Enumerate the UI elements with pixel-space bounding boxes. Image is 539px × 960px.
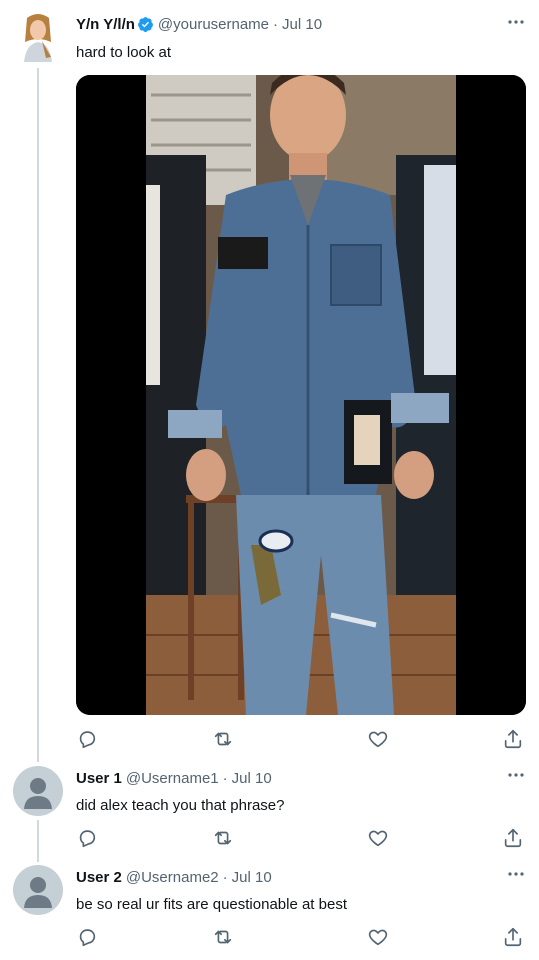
thread-line bbox=[37, 68, 39, 762]
tweet-date[interactable]: Jul 10 bbox=[232, 869, 272, 886]
retweet-icon[interactable] bbox=[212, 728, 234, 750]
reply-icon[interactable] bbox=[76, 728, 98, 750]
tweet-header: User 1 @Username1 · Jul 10 bbox=[76, 770, 272, 787]
tweet-text: did alex teach you that phrase? bbox=[76, 797, 285, 814]
separator-dot: · bbox=[273, 16, 279, 33]
retweet-icon[interactable] bbox=[212, 926, 234, 948]
heart-icon[interactable] bbox=[367, 728, 389, 750]
heart-icon[interactable] bbox=[367, 827, 389, 849]
profile-avatar[interactable] bbox=[18, 12, 58, 62]
user-handle[interactable]: @yourusername bbox=[158, 16, 269, 33]
display-name[interactable]: Y/n Y/l/n bbox=[76, 16, 135, 33]
reply-icon[interactable] bbox=[76, 827, 98, 849]
more-icon[interactable] bbox=[506, 765, 526, 785]
separator-dot: · bbox=[222, 869, 228, 886]
user-handle[interactable]: @Username2 bbox=[126, 869, 219, 886]
tweet-media-photo[interactable] bbox=[76, 75, 526, 715]
verified-badge-icon bbox=[137, 16, 154, 33]
tweet-text: hard to look at bbox=[76, 44, 172, 61]
share-icon[interactable] bbox=[502, 728, 524, 750]
display-name[interactable]: User 1 bbox=[76, 770, 122, 787]
tweet-date[interactable]: Jul 10 bbox=[232, 770, 272, 787]
tweet-header: User 2 @Username2 · Jul 10 bbox=[76, 869, 272, 886]
tweet-actions bbox=[76, 728, 526, 750]
heart-icon[interactable] bbox=[367, 926, 389, 948]
avatar[interactable] bbox=[13, 766, 63, 816]
tweet-actions bbox=[76, 827, 526, 849]
share-icon[interactable] bbox=[502, 827, 524, 849]
reply-icon[interactable] bbox=[76, 926, 98, 948]
retweet-icon[interactable] bbox=[212, 827, 234, 849]
more-icon[interactable] bbox=[506, 12, 526, 32]
share-icon[interactable] bbox=[502, 926, 524, 948]
display-name[interactable]: User 2 bbox=[76, 869, 122, 886]
more-icon[interactable] bbox=[506, 864, 526, 884]
tweet-text: be so real ur fits are questionable at b… bbox=[76, 896, 347, 913]
separator-dot: · bbox=[222, 770, 228, 787]
user-handle[interactable]: @Username1 bbox=[126, 770, 219, 787]
tweet-date[interactable]: Jul 10 bbox=[282, 16, 322, 33]
tweet-header: Y/n Y/l/n @yourusername · Jul 10 bbox=[76, 16, 322, 33]
avatar[interactable] bbox=[13, 865, 63, 915]
tweet-actions bbox=[76, 926, 526, 948]
thread-line bbox=[37, 820, 39, 862]
